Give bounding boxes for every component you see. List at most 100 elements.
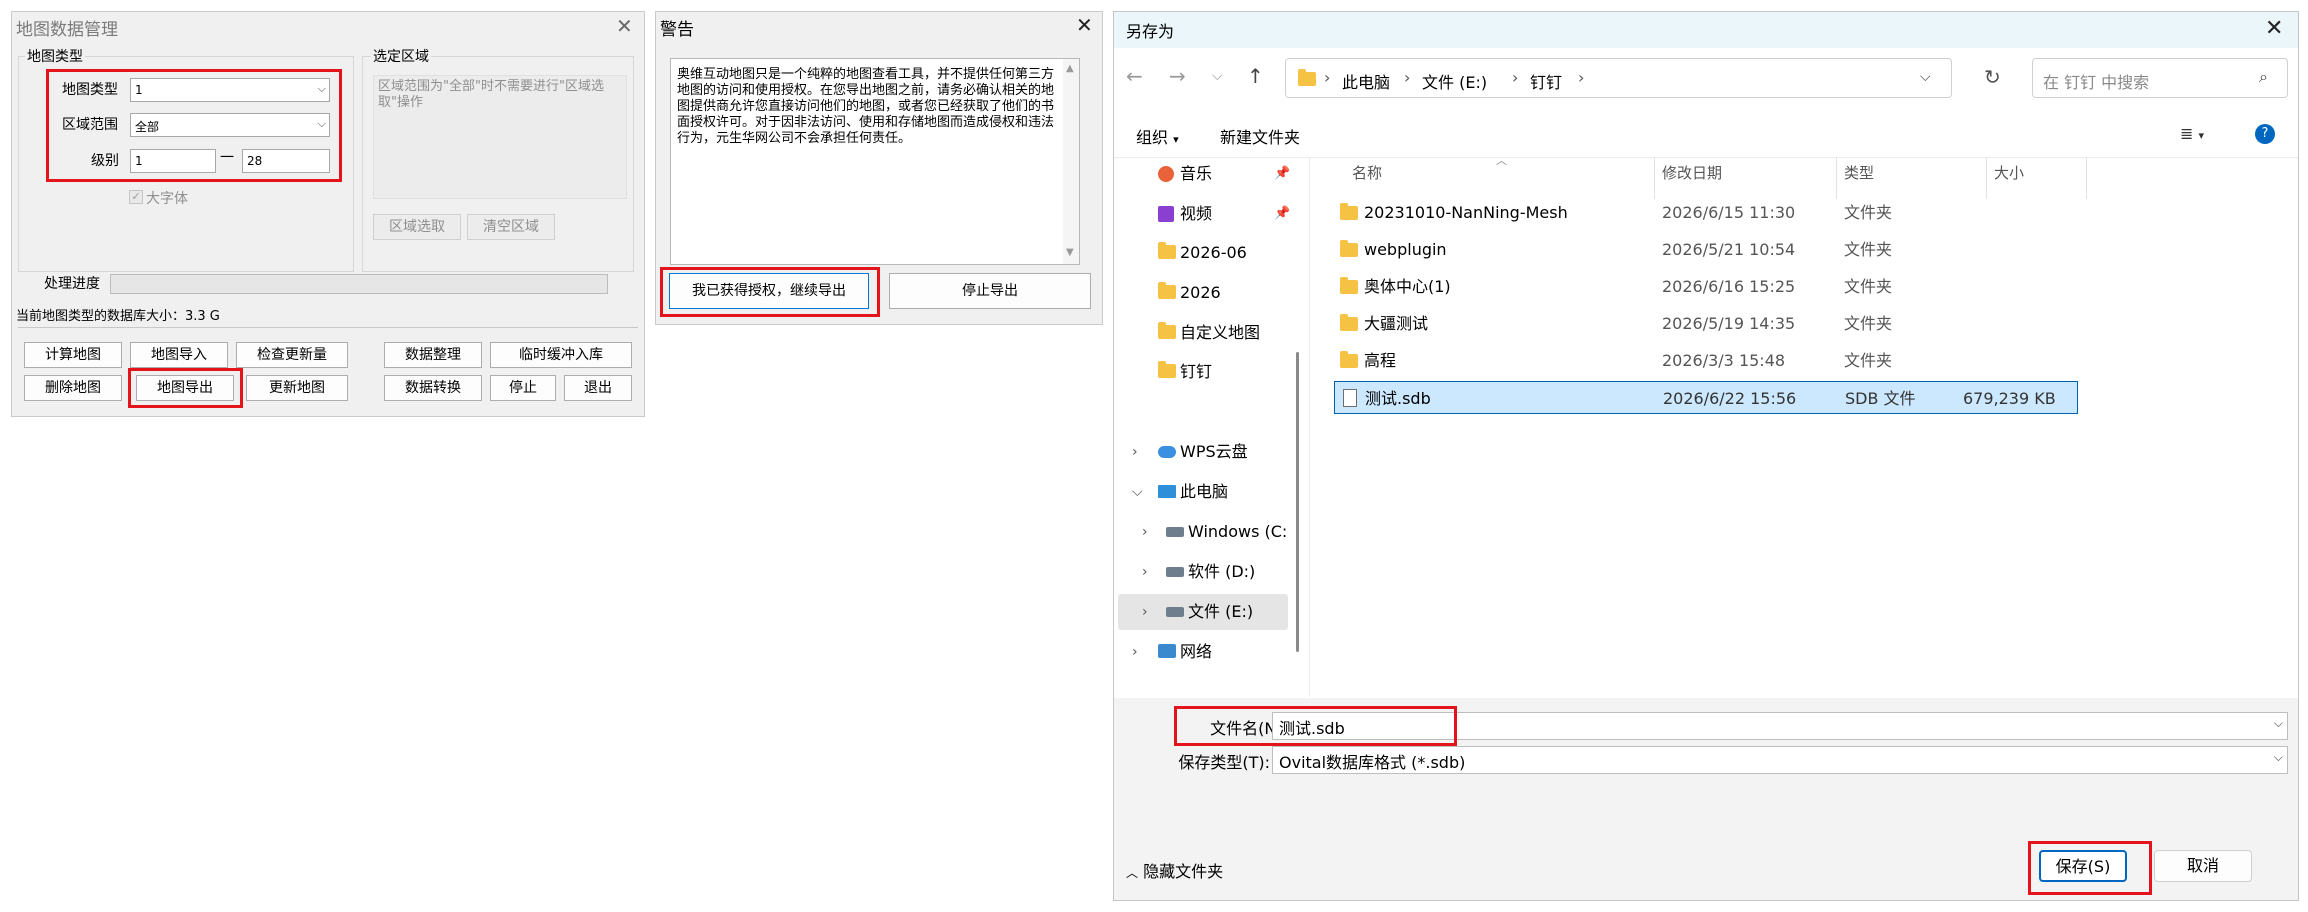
organize-menu[interactable]: 组织 ▾ [1136, 124, 1179, 148]
hide-folders-toggle[interactable]: ︿ 隐藏文件夹 [1126, 858, 1223, 882]
big-font-checkbox[interactable]: ✓ [129, 190, 143, 204]
file-icon [1343, 389, 1357, 407]
column-separator[interactable] [2086, 157, 2087, 199]
file-modified: 2026/3/3 15:48 [1662, 351, 1786, 370]
filename-input[interactable]: 测试.sdb ⌵ [1272, 712, 2288, 740]
chevron-down-icon[interactable]: ⌵ [1920, 69, 1931, 85]
sidebar-item-2026-06[interactable]: 2026-06 [1114, 235, 1290, 271]
exit-button[interactable]: 退出 [564, 375, 632, 401]
chevron-down-icon[interactable]: ⌵ [2274, 716, 2283, 731]
progress-label: 处理进度 [44, 276, 100, 292]
close-icon[interactable]: ✕ [2265, 16, 2283, 41]
organize-data-button[interactable]: 数据整理 [384, 342, 482, 368]
refresh-icon[interactable]: ↻ [1984, 65, 2001, 89]
cancel-button[interactable]: 取消 [2154, 850, 2252, 882]
video-icon [1158, 206, 1174, 222]
scroll-down-icon[interactable]: ▼ [1066, 247, 1074, 258]
import-map-button[interactable]: 地图导入 [130, 342, 228, 368]
recent-dropdown-icon[interactable]: ⌵ [1212, 68, 1223, 84]
chevron-right-icon[interactable]: › [1142, 554, 1148, 590]
sidebar-item-drive-d[interactable]: › 软件 (D:) [1114, 554, 1290, 590]
column-header-modified[interactable]: 修改日期 [1662, 162, 1722, 183]
table-row[interactable]: 高程 2026/3/3 15:48 文件夹 [1332, 344, 2078, 377]
convert-data-button[interactable]: 数据转换 [384, 375, 482, 401]
map-type-select[interactable]: 1 ⌵ [130, 78, 330, 102]
save-as-dialog: 另存为 ✕ ← → ⌵ ↑ › 此电脑 › 文件 (E:) › 钉钉 › ⌵ ↻… [1113, 11, 2299, 901]
cloud-icon [1158, 446, 1176, 458]
sidebar-item-label: 网络 [1180, 642, 1213, 661]
sidebar-item-drive-c[interactable]: › Windows (C: [1114, 514, 1290, 550]
sidebar-item-label: 自定义地图 [1180, 323, 1261, 342]
close-icon[interactable]: ✕ [616, 14, 633, 38]
pin-icon: 📌 [1274, 166, 1291, 181]
sidebar-item-network[interactable]: › 网络 [1114, 634, 1290, 670]
save-button[interactable]: 保存(S) [2039, 850, 2127, 882]
stop-export-button[interactable]: 停止导出 [889, 273, 1091, 309]
area-select[interactable]: 全部 ⌵ [130, 113, 330, 137]
sidebar-item-custom-map[interactable]: 自定义地图 [1114, 315, 1290, 351]
chevron-right-icon[interactable]: › [1142, 594, 1148, 630]
chevron-right-icon[interactable]: › [1132, 634, 1138, 670]
table-row[interactable]: 奥体中心(1) 2026/6/16 15:25 文件夹 [1332, 270, 2078, 303]
level-to-input[interactable]: 28 [242, 149, 330, 173]
breadcrumb-item[interactable]: 文件 (E:) [1422, 69, 1487, 93]
continue-export-button[interactable]: 我已获得授权，继续导出 [669, 273, 869, 309]
column-separator[interactable] [1836, 157, 1837, 199]
check-update-button[interactable]: 检查更新量 [236, 342, 348, 368]
close-icon[interactable]: ✕ [1076, 13, 1093, 37]
chevron-down-icon[interactable]: ⌵ [1132, 474, 1143, 510]
table-row-selected[interactable]: 测试.sdb 2026/6/22 15:56 SDB 文件 679,239 KB [1334, 381, 2078, 414]
region-select-button[interactable]: 区域选取 [373, 214, 461, 240]
column-header-name[interactable]: 名称 [1352, 162, 1382, 183]
view-options-icon[interactable]: ≣ ▾ [2180, 124, 2204, 143]
chevron-down-icon: ⌵ [317, 82, 326, 95]
export-map-button[interactable]: 地图导出 [136, 375, 234, 401]
folder-icon [1340, 277, 1358, 294]
forward-icon[interactable]: → [1169, 64, 1186, 88]
chevron-right-icon[interactable]: › [1142, 514, 1148, 550]
column-separator[interactable] [1654, 157, 1655, 199]
search-box[interactable]: 在 钉钉 中搜索 ⌕ [2032, 58, 2288, 98]
caret-down-icon: ▾ [1173, 133, 1179, 146]
region-hint-box: 区域范围为"全部"时不需要进行"区域选取"操作 [373, 75, 627, 199]
new-folder-button[interactable]: 新建文件夹 [1220, 124, 1300, 148]
filetype-select[interactable]: Ovital数据库格式 (*.sdb) ⌵ [1272, 746, 2288, 774]
up-icon[interactable]: ↑ [1247, 64, 1264, 88]
column-header-type[interactable]: 类型 [1844, 162, 1874, 183]
sidebar-item-wps-cloud[interactable]: › WPS云盘 [1114, 434, 1290, 470]
column-header-size[interactable]: 大小 [1994, 162, 2024, 183]
update-map-button[interactable]: 更新地图 [246, 375, 348, 401]
title-bar [1114, 12, 2298, 48]
sidebar-scrollbar[interactable] [1296, 352, 1299, 652]
column-separator[interactable] [1986, 157, 1987, 199]
table-row[interactable]: webplugin 2026/5/21 10:54 文件夹 [1332, 233, 2078, 266]
sidebar-item-dingding[interactable]: 钉钉 [1114, 354, 1290, 390]
region-clear-button[interactable]: 清空区域 [467, 214, 555, 240]
calc-map-button[interactable]: 计算地图 [24, 342, 122, 368]
breadcrumb-item[interactable]: 钉钉 [1530, 69, 1562, 93]
chevron-down-icon: ⌵ [2273, 750, 2283, 764]
sidebar-item-2026[interactable]: 2026 [1114, 275, 1290, 311]
breadcrumb-item[interactable]: 此电脑 [1342, 69, 1390, 93]
chevron-right-icon[interactable]: › [1132, 434, 1138, 470]
address-bar[interactable]: › 此电脑 › 文件 (E:) › 钉钉 › ⌵ [1285, 58, 1952, 98]
sidebar-item-drive-e[interactable]: › 文件 (E:) [1118, 594, 1288, 630]
table-row[interactable]: 20231010-NanNing-Mesh 2026/6/15 11:30 文件… [1332, 196, 2078, 229]
warning-text: 奥维互动地图只是一个纯粹的地图查看工具，并不提供任何第三方地图的访问和使用授权。… [677, 67, 1055, 146]
file-name: webplugin [1364, 240, 1447, 259]
scroll-up-icon[interactable]: ▲ [1066, 63, 1074, 74]
level-from-input[interactable]: 1 [130, 149, 216, 173]
sidebar-item-label: 2026-06 [1180, 243, 1247, 262]
back-icon[interactable]: ← [1126, 64, 1143, 88]
temp-buffer-button[interactable]: 临时缓冲入库 [490, 342, 632, 368]
scrollbar[interactable]: ▲ ▼ [1063, 59, 1079, 264]
help-icon[interactable]: ? [2255, 124, 2275, 144]
table-row[interactable]: 大疆测试 2026/5/19 14:35 文件夹 [1332, 307, 2078, 340]
sidebar-item-music[interactable]: 音乐 📌 [1114, 156, 1290, 192]
sidebar-item-video[interactable]: 视频 📌 [1114, 196, 1290, 232]
file-modified: 2026/6/22 15:56 [1663, 389, 1797, 408]
stop-button[interactable]: 停止 [490, 375, 556, 401]
file-size: 679,239 KB [1963, 389, 2056, 408]
sidebar-item-this-pc[interactable]: ⌵ 此电脑 [1114, 474, 1290, 510]
delete-map-button[interactable]: 删除地图 [24, 375, 122, 401]
